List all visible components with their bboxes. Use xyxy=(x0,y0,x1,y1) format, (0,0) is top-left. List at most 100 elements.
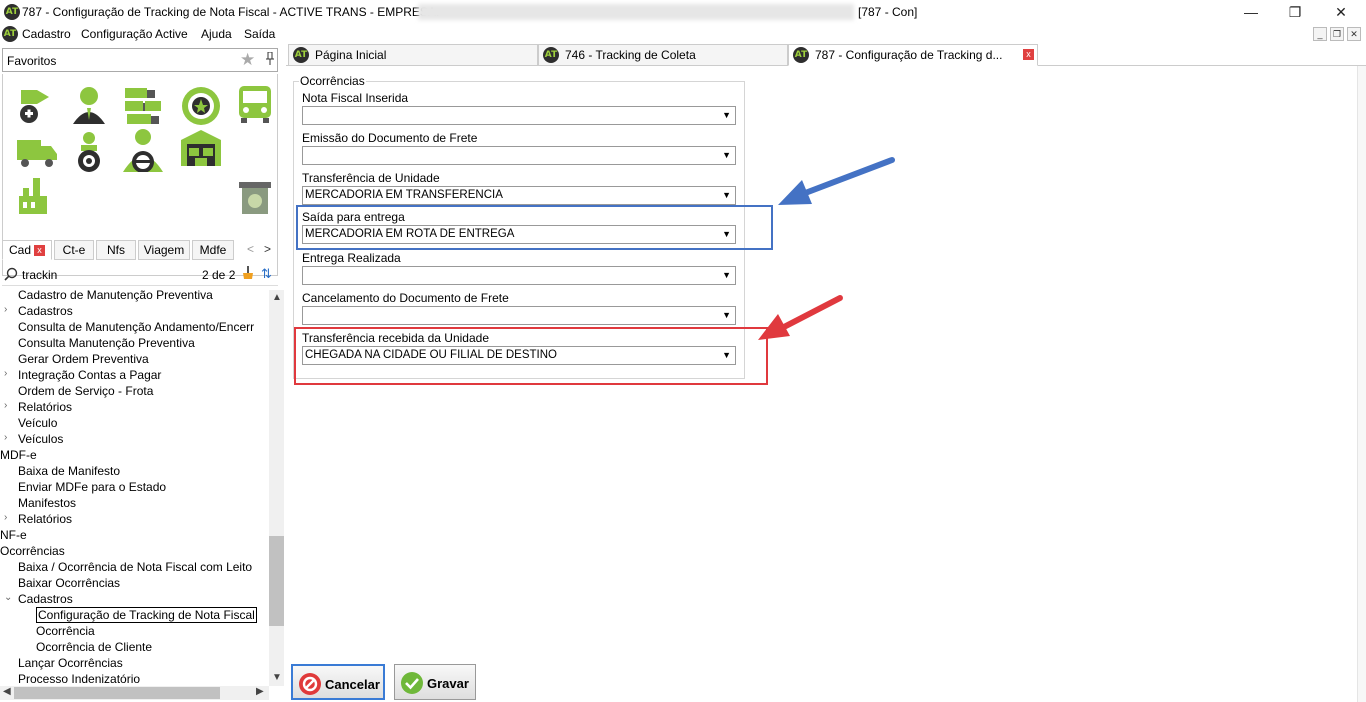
tab-pagina-inicial[interactable]: AT Página Inicial xyxy=(288,44,538,66)
blue-arrow-icon xyxy=(778,157,895,205)
recycle-bin-icon[interactable] xyxy=(233,176,277,220)
subtab-next-button[interactable]: > xyxy=(259,240,276,260)
transferencia-unidade-select[interactable]: MERCADORIA EM TRANSFERENCIA ▼ xyxy=(302,186,736,205)
tree-item[interactable]: MDF-e xyxy=(0,448,37,464)
tree-item-label: Cadastros xyxy=(18,592,73,606)
app-menu-icon[interactable]: AT xyxy=(2,26,18,42)
chevron-right-icon[interactable]: › xyxy=(4,432,7,443)
save-button-label: Gravar xyxy=(427,676,469,691)
tree-item[interactable]: Lançar Ocorrências xyxy=(18,656,123,672)
hscrollbar-thumb[interactable] xyxy=(14,687,220,699)
scroll-left-icon[interactable]: ◀ xyxy=(3,686,11,697)
sort-icon[interactable]: ⇅ xyxy=(261,266,272,282)
close-button[interactable]: ✕ xyxy=(1329,2,1353,22)
mdi-restore-button[interactable]: ❐ xyxy=(1330,27,1344,41)
mdi-minimize-button[interactable]: _ xyxy=(1313,27,1327,41)
delivery-truck-icon[interactable] xyxy=(15,130,59,174)
mdi-close-button[interactable]: ✕ xyxy=(1347,27,1361,41)
user-icon[interactable] xyxy=(67,84,111,128)
save-button[interactable]: Gravar xyxy=(394,664,476,700)
star-icon[interactable]: ★ xyxy=(240,50,255,70)
tree-item[interactable]: Baixar Ocorrências xyxy=(18,576,120,592)
add-vehicle-icon[interactable] xyxy=(15,84,59,128)
tree-vertical-scrollbar[interactable]: ▲ ▼ xyxy=(269,290,284,686)
tab-tracking-coleta[interactable]: AT 746 - Tracking de Coleta xyxy=(538,44,788,66)
tree-item[interactable]: › Veículos xyxy=(4,432,63,448)
chevron-right-icon[interactable]: › xyxy=(4,368,7,379)
scroll-down-icon[interactable]: ▼ xyxy=(272,672,282,683)
chevron-down-icon[interactable]: ▼ xyxy=(722,310,731,320)
chevron-down-icon[interactable]: ⌄ xyxy=(4,592,12,603)
tree-item[interactable]: Ocorrência xyxy=(36,624,95,640)
main-scrollbar[interactable] xyxy=(1357,66,1366,702)
pin-icon[interactable] xyxy=(265,51,275,69)
tree-item-selected[interactable]: Configuração de Tracking de Nota Fiscal xyxy=(36,607,257,624)
driver-wheel-icon[interactable] xyxy=(121,128,165,172)
clear-search-icon[interactable] xyxy=(242,266,254,283)
tree-item[interactable]: Enviar MDFe para o Estado xyxy=(18,480,166,496)
close-icon[interactable]: x xyxy=(34,245,45,257)
tree-item[interactable]: Manifestos xyxy=(18,496,76,512)
field-label: Cancelamento do Documento de Frete xyxy=(302,291,509,305)
cancel-button-label: Cancelar xyxy=(325,677,380,692)
subtab-nfs[interactable]: Nfs xyxy=(96,240,136,260)
menu-saida[interactable]: Saída xyxy=(244,27,275,41)
driver-icon[interactable] xyxy=(67,130,111,174)
tree-item[interactable]: › Relatórios xyxy=(4,400,72,416)
menu-ajuda[interactable]: Ajuda xyxy=(201,27,232,41)
tab-config-tracking[interactable]: AT 787 - Configuração de Tracking d... x xyxy=(788,44,1038,66)
warehouse-icon[interactable] xyxy=(179,128,223,172)
entrega-realizada-select[interactable]: ▼ xyxy=(302,266,736,285)
tree-item[interactable]: Ocorrência de Cliente xyxy=(36,640,152,656)
tree-item[interactable]: › Cadastros xyxy=(4,304,73,320)
chevron-down-icon[interactable]: ▼ xyxy=(722,190,731,200)
tree-item[interactable]: ⌄ Cadastros xyxy=(4,592,73,608)
cancelamento-documento-frete-select[interactable]: ▼ xyxy=(302,306,736,325)
search-input[interactable]: trackin xyxy=(22,268,57,282)
factory-icon[interactable] xyxy=(15,174,59,218)
tree-horizontal-scrollbar[interactable]: ◀ ▶ xyxy=(0,686,269,700)
nota-fiscal-inserida-select[interactable]: ▼ xyxy=(302,106,736,125)
tree-item[interactable]: › Integração Contas a Pagar xyxy=(4,368,161,384)
emissao-documento-frete-select[interactable]: ▼ xyxy=(302,146,736,165)
tree-item[interactable]: Cadastro de Manutenção Preventiva xyxy=(18,290,213,304)
tree-item-label: Ordem de Serviço - Frota xyxy=(18,384,154,398)
tree-item[interactable]: Processo Indenizatório xyxy=(18,672,140,686)
tree-item[interactable]: Baixa de Manifesto xyxy=(18,464,120,480)
subtab-mdfe[interactable]: Mdfe xyxy=(192,240,234,260)
scrollbar-thumb[interactable] xyxy=(269,536,284,626)
chevron-right-icon[interactable]: › xyxy=(4,304,7,315)
chevron-down-icon[interactable]: ▼ xyxy=(722,150,731,160)
minimize-button[interactable]: — xyxy=(1239,2,1263,22)
subtab-viagem[interactable]: Viagem xyxy=(138,240,190,260)
tree-item[interactable]: Consulta Manutenção Preventiva xyxy=(18,336,195,352)
subtab-cte[interactable]: Ct-e xyxy=(54,240,94,260)
tree-item[interactable]: Gerar Ordem Preventiva xyxy=(18,352,149,368)
bus-icon[interactable] xyxy=(233,82,277,126)
scroll-up-icon[interactable]: ▲ xyxy=(272,292,282,303)
tree-item[interactable]: › Relatórios xyxy=(4,512,73,528)
close-tab-icon[interactable]: x xyxy=(1023,49,1034,60)
chevron-down-icon[interactable]: ▼ xyxy=(722,110,731,120)
search-result-count: 2 de 2 xyxy=(202,268,236,282)
tree-item[interactable]: Baixa / Ocorrência de Nota Fiscal com Le… xyxy=(18,560,252,576)
chevron-down-icon[interactable]: ▼ xyxy=(722,270,731,280)
scroll-right-icon[interactable]: ▶ xyxy=(256,686,264,697)
chevron-right-icon[interactable]: › xyxy=(4,512,7,523)
menu-cadastro[interactable]: Cadastro xyxy=(22,27,71,41)
tree-item-label: Relatórios xyxy=(18,512,73,526)
truck-fleet-icon[interactable] xyxy=(121,84,165,128)
wheel-icon[interactable] xyxy=(179,84,223,128)
cancel-button[interactable]: Cancelar xyxy=(291,664,385,700)
menu-configuracao-active[interactable]: Configuração Active xyxy=(81,27,188,41)
tree-item[interactable]: Veículo xyxy=(18,416,57,432)
tree-item[interactable]: NF-e xyxy=(0,528,27,544)
subtab-prev-button[interactable]: < xyxy=(242,240,259,260)
restore-button[interactable]: ❐ xyxy=(1283,2,1307,22)
tree-item[interactable]: Ocorrências xyxy=(0,544,65,560)
blue-highlight-box xyxy=(296,205,773,250)
tree-item[interactable]: Ordem de Serviço - Frota xyxy=(18,384,153,400)
tree-item[interactable]: Consulta de Manutenção Andamento/Encerr xyxy=(18,320,254,336)
subtab-cad[interactable]: Cad x xyxy=(2,240,52,260)
chevron-right-icon[interactable]: › xyxy=(4,400,7,411)
